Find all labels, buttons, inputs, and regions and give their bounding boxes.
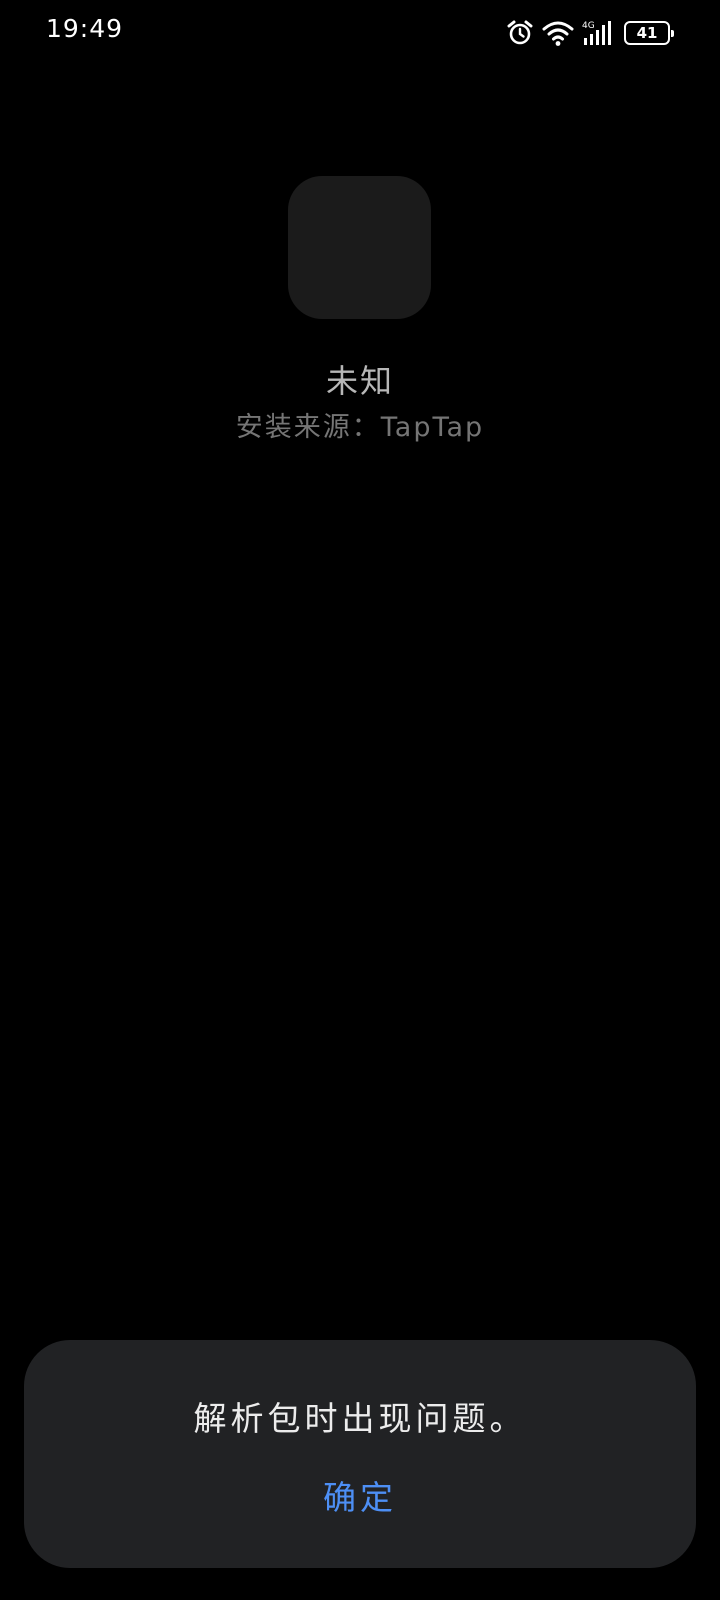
wifi-icon [542,19,574,47]
app-icon-placeholder [288,176,431,319]
confirm-button[interactable]: 确定 [280,1470,440,1526]
status-bar: 19:49 4G 41 [0,0,720,64]
install-source: 安装来源：TapTap [235,412,485,443]
error-dialog: 解析包时出现问题。 确定 [24,1340,696,1568]
app-name: 未知 [325,362,394,400]
network-type-label: 4G [582,21,595,31]
battery-icon: 41 [624,21,674,45]
signal-icon: 4G [582,19,616,47]
status-icons: 4G 41 [506,18,674,48]
alarm-icon [506,19,534,47]
status-time: 19:49 [46,14,124,43]
dialog-message: 解析包时出现问题。 [193,1399,527,1438]
battery-level: 41 [636,24,658,42]
